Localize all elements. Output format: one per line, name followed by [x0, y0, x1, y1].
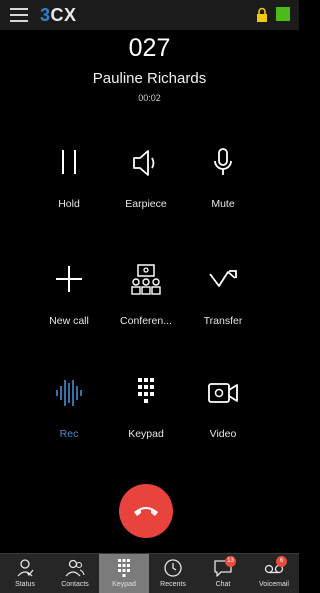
- tab-chat[interactable]: 13 Chat: [198, 554, 248, 593]
- keypad-label: Keypad: [128, 428, 164, 440]
- hangup-button[interactable]: [119, 484, 173, 538]
- clock-icon: [164, 559, 182, 577]
- tab-recents[interactable]: Recents: [148, 554, 198, 593]
- status-icon: [17, 559, 34, 577]
- tab-contacts[interactable]: Contacts: [50, 554, 100, 593]
- keypad-icon: [138, 378, 154, 403]
- app-logo: 3CX: [40, 5, 77, 25]
- menu-icon[interactable]: [10, 7, 28, 23]
- mute-button[interactable]: Mute: [183, 145, 263, 225]
- video-icon: [208, 383, 238, 403]
- tab-chat-label: Chat: [215, 581, 231, 588]
- video-button[interactable]: Video: [183, 375, 263, 455]
- microphone-icon: [214, 148, 232, 175]
- keypad-icon: [118, 559, 130, 577]
- keypad-button[interactable]: Keypad: [106, 375, 186, 455]
- transfer-button[interactable]: Transfer: [183, 262, 263, 342]
- hold-button[interactable]: Hold: [29, 145, 109, 225]
- tab-keypad[interactable]: Keypad: [99, 554, 149, 593]
- video-label: Video: [209, 428, 237, 440]
- mute-label: Mute: [211, 198, 235, 210]
- transfer-icon: [209, 270, 237, 287]
- tab-voicemail-label: Voicemail: [259, 581, 289, 588]
- plus-icon: [56, 266, 82, 292]
- tab-recents-label: Recents: [160, 581, 186, 588]
- earpiece-button[interactable]: Earpiece: [106, 145, 186, 225]
- voicemail-unread-badge: 6: [276, 556, 287, 567]
- waveform-icon: [56, 380, 82, 406]
- caller-name: Pauline Richards: [92, 70, 207, 87]
- tab-keypad-label: Keypad: [112, 581, 136, 588]
- hangup-phone-icon: [134, 507, 158, 516]
- new-call-label: New call: [49, 315, 89, 327]
- record-button[interactable]: Rec: [29, 375, 109, 455]
- chat-unread-badge: 13: [225, 556, 236, 567]
- tab-contacts-label: Contacts: [61, 581, 89, 588]
- pause-icon: [62, 150, 76, 174]
- transfer-label: Transfer: [203, 315, 243, 327]
- lock-icon[interactable]: [256, 7, 268, 23]
- call-timer: 00:02: [138, 93, 161, 103]
- conference-label: Conferen...: [120, 315, 172, 327]
- caller-number: 027: [128, 34, 171, 62]
- new-call-button[interactable]: New call: [29, 262, 109, 342]
- record-label: Rec: [59, 428, 79, 440]
- tab-status-label: Status: [15, 581, 35, 588]
- tab-status[interactable]: Status: [0, 554, 50, 593]
- conference-icon: [131, 264, 161, 295]
- bottom-tab-bar: Status Contacts Keypad Recents 13 Chat 6…: [0, 553, 299, 593]
- speaker-icon: [133, 150, 155, 176]
- top-bar: 3CX: [0, 0, 299, 30]
- presence-status-indicator[interactable]: [276, 7, 290, 21]
- tab-voicemail[interactable]: 6 Voicemail: [249, 554, 299, 593]
- hold-label: Hold: [58, 198, 80, 210]
- contacts-icon: [65, 559, 85, 577]
- earpiece-label: Earpiece: [125, 198, 167, 210]
- conference-button[interactable]: Conferen...: [106, 262, 186, 342]
